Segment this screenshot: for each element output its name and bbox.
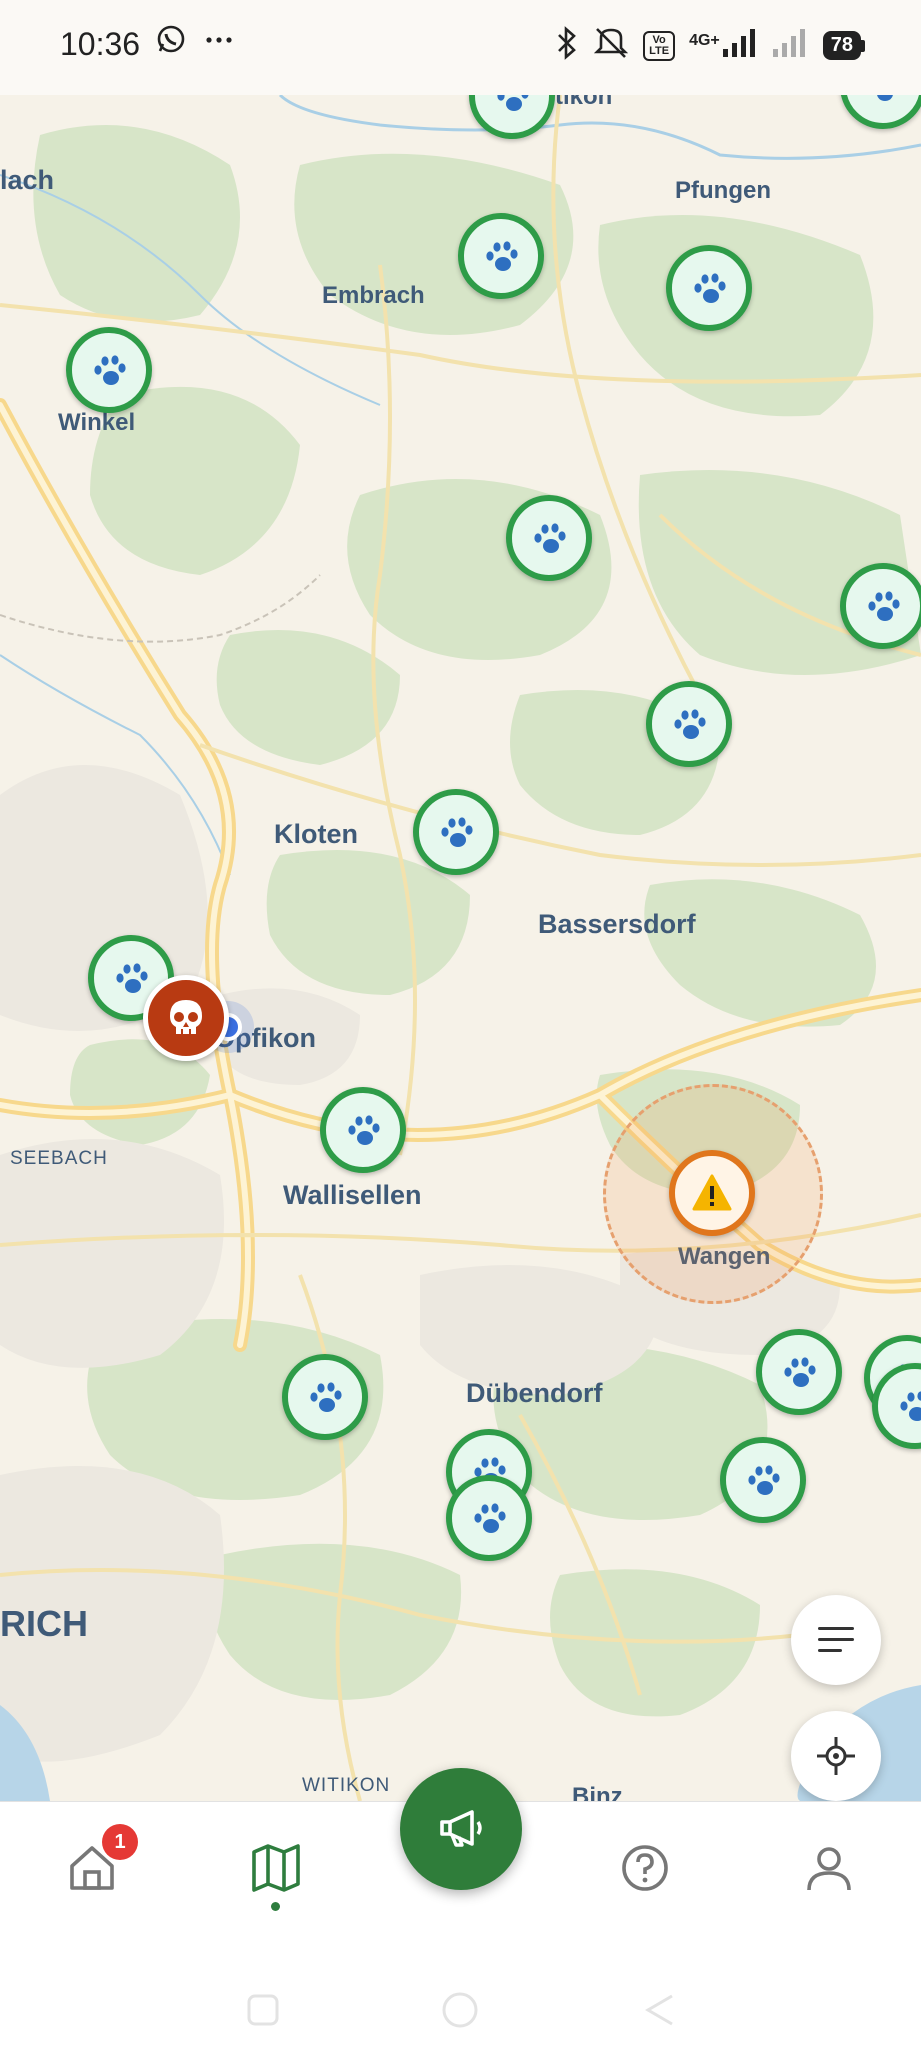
network-type: 4G+ <box>689 32 720 49</box>
animal-sighting-marker[interactable] <box>458 213 544 299</box>
animal-sighting-marker[interactable] <box>66 327 152 413</box>
paw-icon <box>900 1391 921 1421</box>
paw-icon <box>116 963 148 993</box>
help-icon <box>622 1845 668 1891</box>
place-label-top: tikon <box>555 95 613 110</box>
paw-icon <box>474 1503 506 1533</box>
place-label-pfungen: Pfungen <box>675 177 771 204</box>
paw-icon <box>534 523 566 553</box>
warning-icon <box>692 1174 732 1211</box>
place-label-embrach: Embrach <box>322 282 425 309</box>
place-label-witikon: WITIKON <box>302 1775 391 1796</box>
paw-icon <box>310 1382 342 1412</box>
more-dots-icon <box>204 28 234 61</box>
megaphone-icon <box>440 1810 482 1847</box>
status-time: 10:36 <box>60 26 141 62</box>
map-view[interactable]: lach Pfungen Embrach Winkel Kloten Basse… <box>0 95 921 1801</box>
skull-icon <box>170 1000 202 1034</box>
paw-icon <box>94 355 126 385</box>
profile-icon <box>807 1847 851 1891</box>
report-button[interactable] <box>400 1768 522 1890</box>
paw-icon <box>486 241 518 271</box>
paw-icon <box>497 95 529 111</box>
mute-vibrate-icon <box>593 26 629 65</box>
warning-marker[interactable] <box>669 1150 755 1236</box>
paw-icon <box>694 273 726 303</box>
nav-profile[interactable] <box>799 1838 859 1898</box>
place-label-kloten: Kloten <box>274 819 358 849</box>
animal-sighting-marker[interactable] <box>720 1437 806 1523</box>
back-icon[interactable] <box>640 1990 680 2030</box>
nav-help[interactable] <box>615 1838 675 1898</box>
paw-icon <box>441 817 473 847</box>
paw-icon <box>348 1115 380 1145</box>
animal-sighting-marker[interactable] <box>756 1329 842 1415</box>
animal-sighting-marker[interactable] <box>840 563 921 649</box>
list-filter-icon <box>818 1627 854 1652</box>
signal-icon-2 <box>772 29 809 62</box>
paw-icon <box>784 1357 816 1387</box>
place-label-wallisellen: Wallisellen <box>283 1180 422 1210</box>
animal-sighting-marker[interactable] <box>413 789 499 875</box>
battery-icon: 78 <box>822 31 865 60</box>
notification-badge: 1 <box>102 1824 138 1860</box>
place-label-zurich: RICH <box>0 1603 88 1644</box>
place-label-dubendorf: Dübendorf <box>466 1378 603 1408</box>
crosshair-locate-icon <box>817 1737 855 1775</box>
whatsapp-icon <box>156 25 194 61</box>
dead-animal-marker[interactable] <box>143 975 229 1061</box>
volte-badge: Vo LTE <box>643 30 676 61</box>
nav-map[interactable] <box>246 1838 306 1898</box>
place-label-bassersdorf: Bassersdorf <box>538 909 696 939</box>
locate-me-button[interactable] <box>791 1711 881 1801</box>
status-bar: 10:36 Vo LTE 4G+ 78 <box>0 0 921 95</box>
recent-apps-icon[interactable] <box>243 1990 283 2030</box>
filter-button[interactable] <box>791 1595 881 1685</box>
active-tab-indicator <box>271 1902 280 1911</box>
place-label-binz: Binz <box>572 1783 623 1801</box>
place-label-seebach: SEEBACH <box>10 1148 108 1169</box>
animal-sighting-marker[interactable] <box>446 1475 532 1561</box>
bluetooth-icon <box>555 26 579 65</box>
paw-icon <box>748 1465 780 1495</box>
battery-level: 78 <box>822 31 861 60</box>
animal-sighting-marker[interactable] <box>282 1354 368 1440</box>
nav-home[interactable]: 1 <box>62 1824 138 1898</box>
animal-sighting-marker[interactable] <box>320 1087 406 1173</box>
animal-sighting-marker[interactable] <box>506 495 592 581</box>
home-system-icon[interactable] <box>440 1990 480 2030</box>
signal-icon-1 <box>722 29 759 62</box>
map-icon <box>252 1844 300 1892</box>
animal-sighting-marker[interactable] <box>646 681 732 767</box>
place-label-winkel: Winkel <box>58 409 136 436</box>
paw-icon <box>877 95 893 101</box>
paw-icon <box>674 709 706 739</box>
paw-icon <box>868 591 900 621</box>
place-label-lach: lach <box>0 165 55 195</box>
animal-sighting-marker[interactable] <box>666 245 752 331</box>
